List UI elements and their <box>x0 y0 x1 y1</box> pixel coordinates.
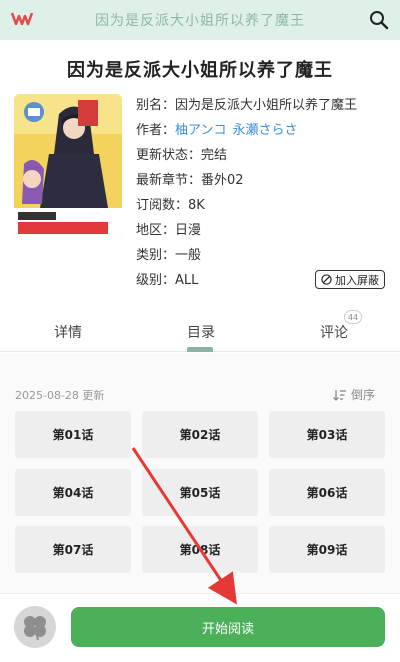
chapter-item[interactable]: 第06话 <box>269 469 385 516</box>
avatar[interactable] <box>14 606 56 648</box>
chapter-item[interactable]: 第04话 <box>15 469 131 516</box>
manga-title: 因为是反派大小姐所以养了魔王 <box>67 60 333 81</box>
chapter-item[interactable]: 第07话 <box>15 526 131 573</box>
comment-count-badge: 44 <box>344 310 362 324</box>
search-icon[interactable] <box>368 9 390 31</box>
block-button[interactable]: 加入屏蔽 <box>315 270 385 289</box>
ban-icon <box>321 274 332 285</box>
app-logo-icon[interactable] <box>10 10 34 28</box>
tab-bar: 详情 目录 评论 <box>0 310 400 352</box>
tab-toc[interactable]: 目录 <box>187 322 215 342</box>
top-bar: 因为是反派大小姐所以养了魔王 <box>0 0 400 40</box>
info-subscriptions: 订阅数：8K <box>136 198 205 213</box>
chapter-item[interactable]: 第01话 <box>15 411 131 458</box>
clover-icon <box>14 606 56 648</box>
bottom-bar: 开始阅读 <box>0 593 400 662</box>
chapter-item[interactable]: 第08话 <box>142 526 258 573</box>
manga-cover-illustration <box>14 94 122 238</box>
sort-toggle[interactable]: 倒序 <box>333 386 375 403</box>
author-link[interactable]: 永瀬さらさ <box>233 123 298 138</box>
author-link[interactable]: 柚アンコ <box>175 123 226 138</box>
header-title: 因为是反派大小姐所以养了魔王 <box>95 13 305 29</box>
active-tab-indicator <box>187 347 213 352</box>
start-reading-button[interactable]: 开始阅读 <box>71 607 385 647</box>
tab-detail[interactable]: 详情 <box>54 322 82 342</box>
tab-comment[interactable]: 评论 <box>320 322 348 342</box>
info-category: 类别：一般 <box>136 248 202 263</box>
sort-desc-icon <box>333 389 346 401</box>
update-date: 2025-08-28 更新 <box>15 389 105 402</box>
chapter-item[interactable]: 第02话 <box>142 411 258 458</box>
info-latest-chapter: 最新章节：番外02 <box>136 173 244 188</box>
sort-label: 倒序 <box>351 388 376 402</box>
info-region: 地区：日漫 <box>136 223 202 238</box>
chapter-item[interactable]: 第09话 <box>269 526 385 573</box>
block-label: 加入屏蔽 <box>335 273 379 287</box>
info-alias: 别名：因为是反派大小姐所以养了魔王 <box>136 98 358 113</box>
chapter-item[interactable]: 第05话 <box>142 469 258 516</box>
manga-info: 别名：因为是反派大小姐所以养了魔王 作者：柚アンコ 永瀬さらさ 更新状态：完结 最… <box>136 94 392 294</box>
info-status: 更新状态：完结 <box>136 148 228 163</box>
manga-cover[interactable] <box>14 94 122 238</box>
chapter-item[interactable]: 第03话 <box>269 411 385 458</box>
chapter-list: 2025-08-28 更新 倒序 第01话 第02话 第03话 第04话 第05… <box>0 353 400 593</box>
info-author: 作者：柚アンコ 永瀬さらさ <box>136 123 298 138</box>
